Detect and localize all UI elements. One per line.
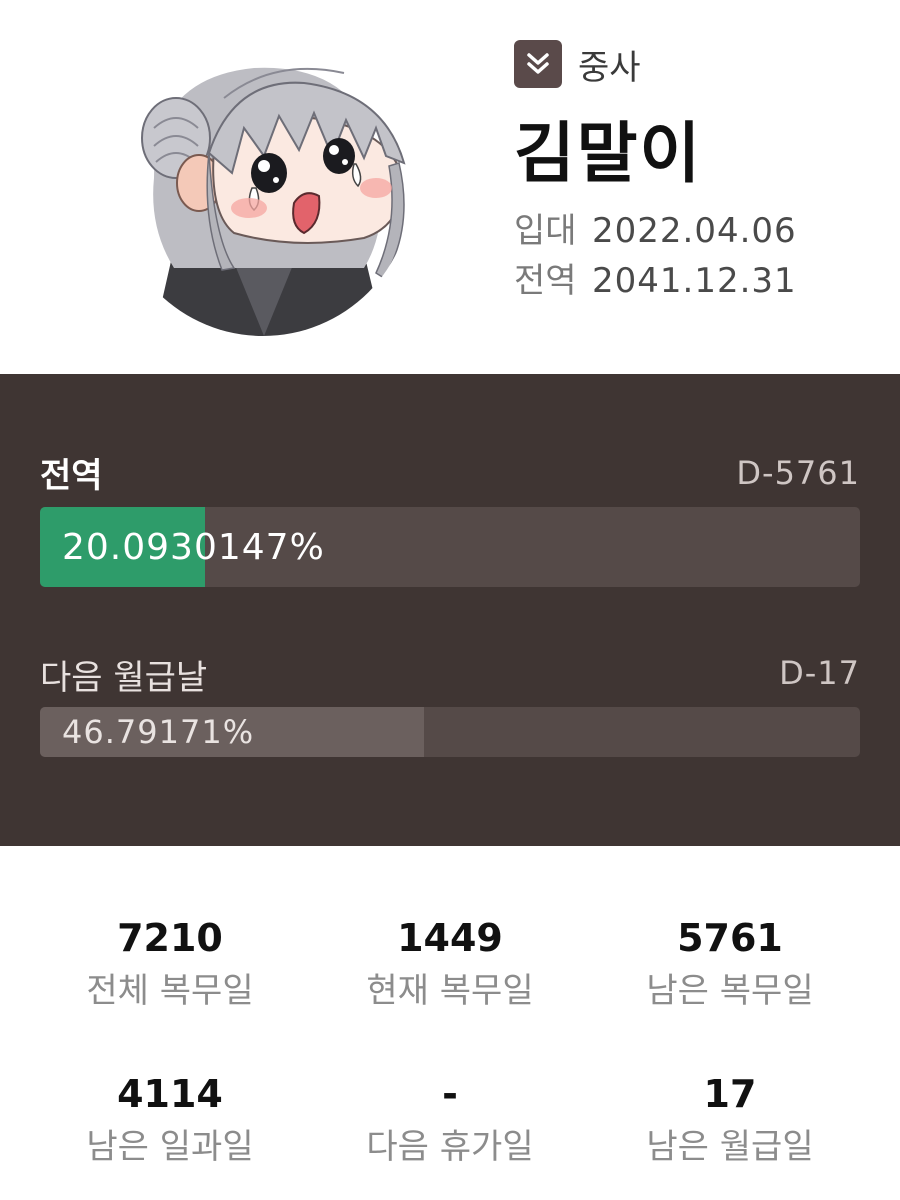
stat-total-service-days[interactable]: 7210 전체 복무일 — [20, 916, 320, 1012]
discharge-progress-bar[interactable]: 20.0930147% — [40, 507, 860, 587]
payday-progress-percent: 46.79171% — [62, 713, 255, 751]
discharge-dday: D-5761 — [736, 454, 860, 492]
enlist-date-row: 입대 2022.04.06 — [514, 203, 797, 252]
profile-header: 중사 김말이 입대 2022.04.06 전역 2041.12.31 — [0, 0, 900, 374]
stat-value: - — [442, 1072, 458, 1116]
stat-label: 다음 휴가일 — [366, 1127, 534, 1167]
payday-dday: D-17 — [779, 654, 860, 692]
rank-row: 중사 — [514, 40, 641, 88]
stat-value: 5761 — [677, 916, 783, 960]
stat-label: 현재 복무일 — [366, 971, 534, 1011]
stat-value: 1449 — [397, 916, 503, 960]
stat-next-leave-day[interactable]: - 다음 휴가일 — [300, 1072, 600, 1168]
stat-remaining-work-days[interactable]: 4114 남은 일과일 — [20, 1072, 320, 1168]
discharge-date: 2041.12.31 — [592, 261, 797, 301]
payday-progress-title: 다음 월급날 — [40, 658, 208, 698]
discharge-date-row: 전역 2041.12.31 — [514, 253, 797, 302]
stat-value: 4114 — [117, 1072, 223, 1116]
rank-insignia-icon — [514, 40, 562, 88]
enlist-date: 2022.04.06 — [592, 211, 797, 251]
payday-progress-bar[interactable]: 46.79171% — [40, 707, 860, 757]
enlist-label: 입대 — [514, 211, 577, 251]
avatar[interactable] — [114, 38, 412, 336]
stat-current-service-days[interactable]: 1449 현재 복무일 — [300, 916, 600, 1012]
stat-label: 남은 복무일 — [646, 971, 814, 1011]
stats-grid: 7210 전체 복무일 1449 현재 복무일 5761 남은 복무일 4114… — [0, 846, 900, 1200]
stat-value: 17 — [703, 1072, 757, 1116]
stat-value: 7210 — [117, 916, 223, 960]
stat-remaining-service-days[interactable]: 5761 남은 복무일 — [580, 916, 880, 1012]
stat-label: 남은 일과일 — [86, 1127, 254, 1167]
stat-label: 전체 복무일 — [86, 971, 254, 1011]
stat-label: 남은 월급일 — [646, 1127, 814, 1167]
discharge-label: 전역 — [514, 261, 577, 301]
rank-label: 중사 — [578, 47, 641, 88]
discharge-progress-title: 전역 — [40, 456, 103, 496]
avatar-illustration — [141, 67, 406, 336]
progress-panel: 전역 D-5761 20.0930147% 다음 월급날 D-17 46.791… — [0, 374, 900, 846]
discharge-progress-percent: 20.0930147% — [62, 526, 325, 568]
stat-remaining-paydays[interactable]: 17 남은 월급일 — [580, 1072, 880, 1168]
soldier-name: 김말이 — [514, 115, 703, 192]
